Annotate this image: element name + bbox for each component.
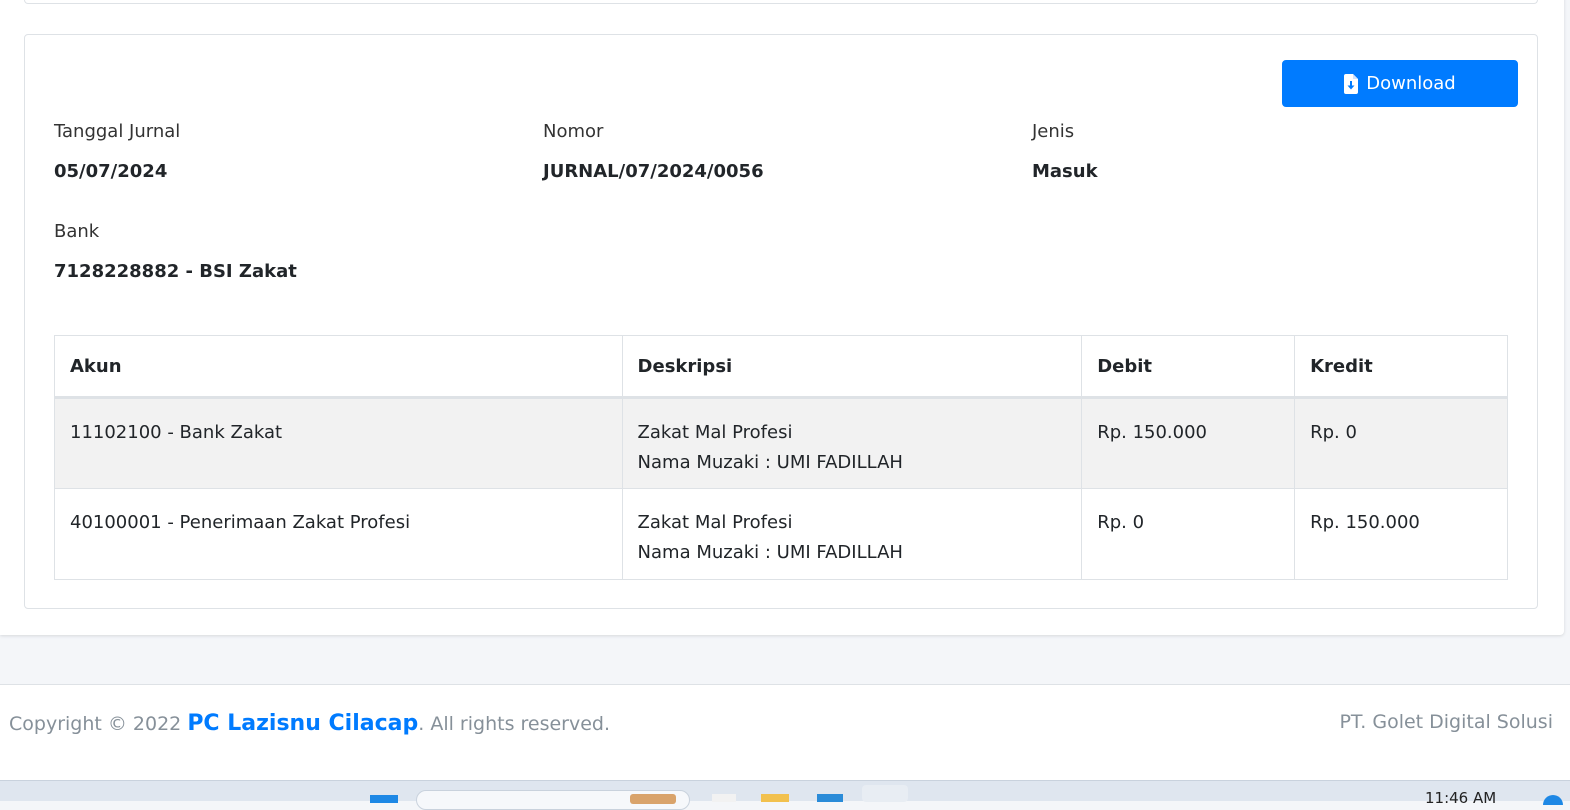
bank-label: Bank — [54, 221, 100, 242]
cell-deskripsi-line-1: Zakat Mal Profesi — [637, 422, 793, 443]
column-header-akun: Akun — [54, 335, 623, 399]
notification-icon[interactable] — [1543, 795, 1563, 805]
cell-akun: 11102100 - Bank Zakat — [54, 397, 623, 489]
tanggal-jurnal-value: 05/07/2024 — [54, 161, 168, 182]
jenis-value: Masuk — [1032, 161, 1098, 182]
column-header-debit: Debit — [1081, 335, 1296, 399]
tanggal-jurnal-label: Tanggal Jurnal — [54, 121, 181, 142]
previous-card-edge — [24, 0, 1538, 4]
taskbar-clock: 11:46 AM — [1425, 789, 1497, 807]
cell-kredit: Rp. 0 — [1294, 397, 1508, 489]
file-download-icon — [1344, 73, 1359, 94]
footer-brand-link[interactable]: PC Lazisnu Cilacap — [187, 711, 418, 736]
cell-debit: Rp. 0 — [1081, 488, 1296, 580]
footer-copyright: Copyright © 2022 PC Lazisnu Cilacap. All… — [9, 711, 610, 736]
copyright-suffix: . All rights reserved. — [418, 713, 611, 735]
cell-deskripsi-line-2: Nama Muzaki : UMI FADILLAH — [637, 452, 903, 473]
cell-deskripsi-line-1: Zakat Mal Profesi — [637, 512, 793, 533]
footer-company: PT. Golet Digital Solusi — [1339, 711, 1553, 733]
journal-detail-card: Download Tanggal Jurnal 05/07/2024 Nomor… — [0, 0, 1564, 635]
table-row: 11102100 - Bank Zakat Zakat Mal Profesi … — [54, 397, 1508, 489]
cell-kredit: Rp. 150.000 — [1294, 488, 1508, 580]
bank-value: 7128228882 - BSI Zakat — [54, 261, 297, 282]
cell-deskripsi-line-2: Nama Muzaki : UMI FADILLAH — [637, 542, 903, 563]
jenis-label: Jenis — [1032, 121, 1075, 142]
table-header-row: Akun Deskripsi Debit Kredit — [54, 335, 1508, 399]
download-button[interactable]: Download — [1282, 60, 1518, 107]
table-row: 40100001 - Penerimaan Zakat Profesi Zaka… — [54, 488, 1508, 580]
cell-debit: Rp. 150.000 — [1081, 397, 1296, 489]
cell-deskripsi: Zakat Mal Profesi Nama Muzaki : UMI FADI… — [621, 488, 1083, 580]
cell-akun: 40100001 - Penerimaan Zakat Profesi — [54, 488, 623, 580]
windows-start-icon[interactable] — [370, 795, 398, 803]
os-taskbar: 11:46 AM — [0, 780, 1570, 810]
column-header-kredit: Kredit — [1294, 335, 1508, 399]
nomor-value: JURNAL/07/2024/0056 — [543, 161, 764, 182]
cell-deskripsi: Zakat Mal Profesi Nama Muzaki : UMI FADI… — [621, 397, 1083, 489]
search-highlight-icon — [630, 794, 676, 804]
chrome-icon[interactable] — [862, 785, 908, 802]
column-header-deskripsi: Deskripsi — [621, 335, 1083, 399]
download-button-label: Download — [1366, 73, 1456, 94]
nomor-label: Nomor — [543, 121, 604, 142]
page-footer: Copyright © 2022 PC Lazisnu Cilacap. All… — [0, 684, 1570, 780]
journal-entries-table: Akun Deskripsi Debit Kredit 11102100 - B… — [54, 335, 1508, 580]
journal-info-panel: Download Tanggal Jurnal 05/07/2024 Nomor… — [24, 34, 1538, 609]
copyright-prefix: Copyright © 2022 — [9, 713, 188, 735]
